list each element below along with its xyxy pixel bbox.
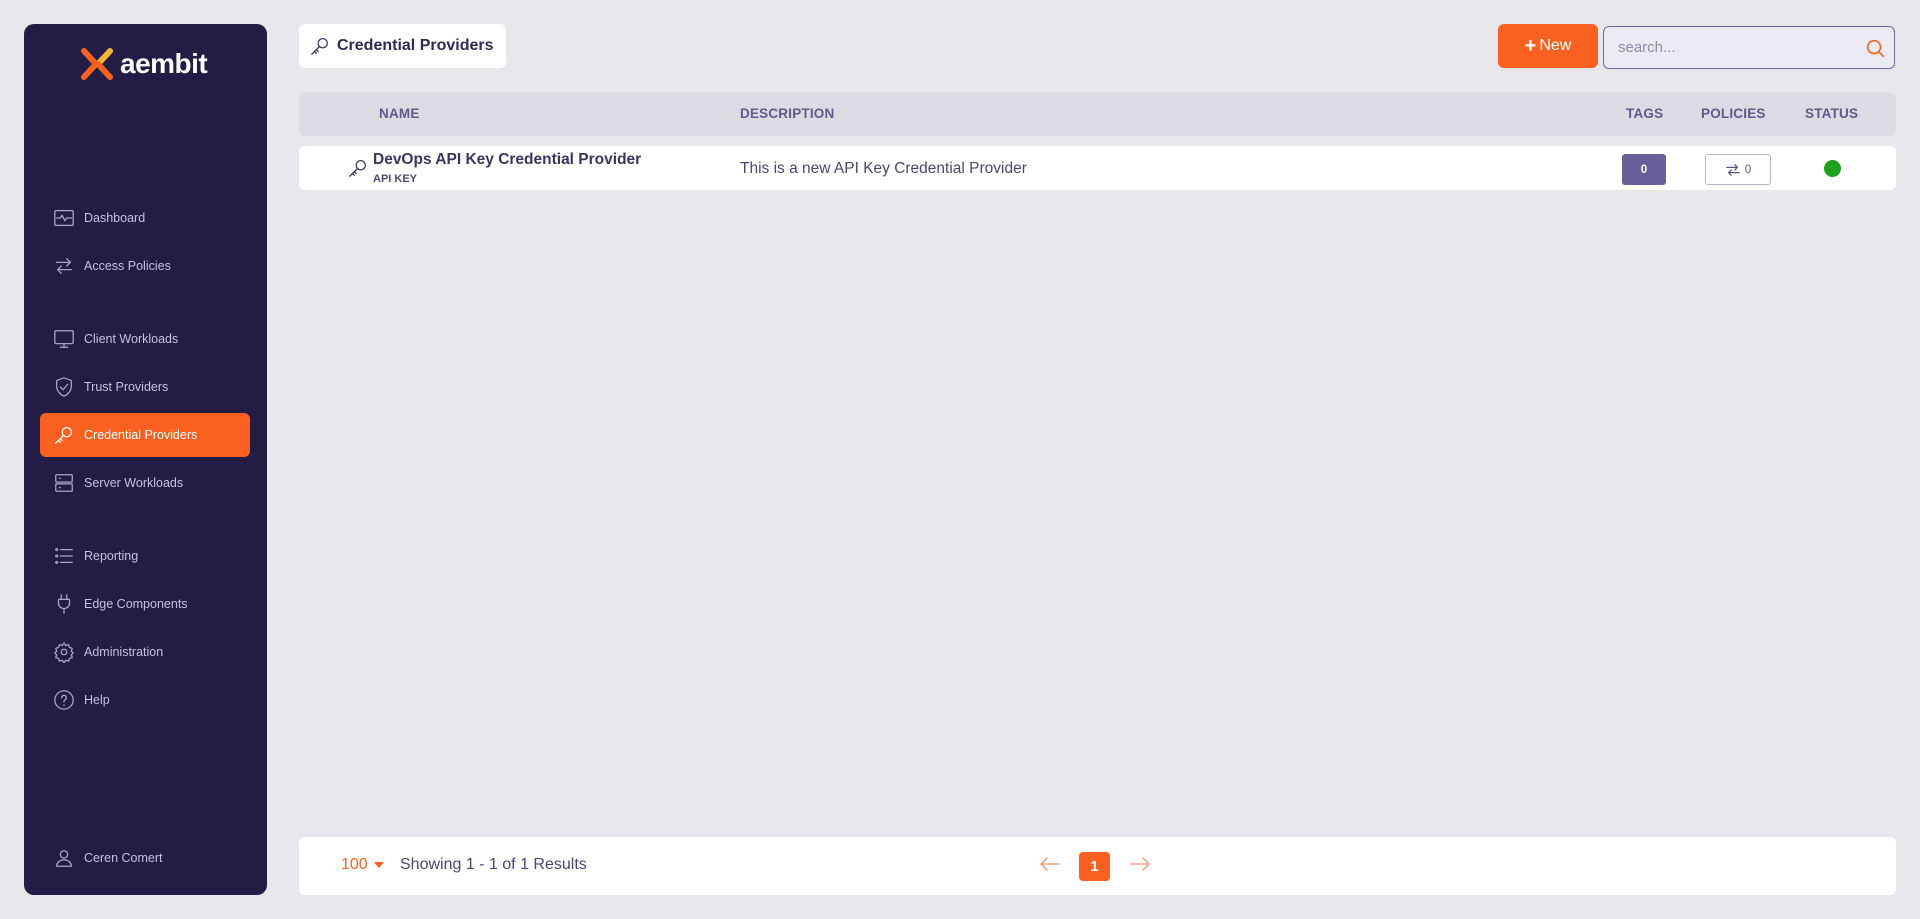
arrow-right-icon xyxy=(1130,857,1150,871)
sidebar-item-label: Help xyxy=(84,693,110,707)
sidebar-item-client-workloads[interactable]: Client Workloads xyxy=(40,317,250,361)
arrow-left-icon xyxy=(1040,857,1060,871)
table-footer: 100 Showing 1 - 1 of 1 Results 1 xyxy=(299,837,1896,895)
sidebar: aembit Dashboard Access Policies Client … xyxy=(24,24,267,895)
sidebar-item-label: Credential Providers xyxy=(84,428,198,442)
search-icon[interactable] xyxy=(1862,35,1888,61)
sidebar-item-label: Trust Providers xyxy=(84,380,169,394)
sidebar-item-label: Edge Components xyxy=(84,597,188,611)
per-page-value: 100 xyxy=(341,856,368,873)
policies-count-badge[interactable]: 0 xyxy=(1705,154,1771,185)
page-number-current[interactable]: 1 xyxy=(1079,852,1110,881)
search-box xyxy=(1603,26,1895,69)
server-icon xyxy=(52,471,76,495)
sidebar-item-administration[interactable]: Administration xyxy=(40,630,250,674)
shield-check-icon xyxy=(52,375,76,399)
status-indicator xyxy=(1824,160,1841,177)
credential-provider-description: This is a new API Key Credential Provide… xyxy=(740,160,1027,177)
caret-down-icon xyxy=(373,862,384,868)
key-icon xyxy=(52,423,76,447)
list-icon xyxy=(52,544,76,568)
user-icon xyxy=(52,846,76,870)
aembit-logo-mark-icon xyxy=(81,48,113,80)
column-header-description[interactable]: DESCRIPTION xyxy=(740,92,834,136)
credential-provider-name[interactable]: DevOps API Key Credential Provider xyxy=(373,151,641,169)
policies-count: 0 xyxy=(1744,163,1752,176)
brand-name: aembit xyxy=(120,48,208,79)
page-title: Credential Providers xyxy=(299,24,506,68)
user-name: Ceren Comert xyxy=(84,851,163,865)
sidebar-item-trust-providers[interactable]: Trust Providers xyxy=(40,365,250,409)
sidebar-item-label: Access Policies xyxy=(84,259,171,273)
per-page-select[interactable]: 100 xyxy=(341,856,384,874)
sidebar-item-credential-providers[interactable]: Credential Providers xyxy=(40,413,250,457)
table-header: NAME DESCRIPTION TAGS POLICIES STATUS xyxy=(299,92,1896,136)
sidebar-item-dashboard[interactable]: Dashboard xyxy=(40,196,250,240)
arrows-swap-icon xyxy=(52,254,76,278)
sidebar-item-server-workloads[interactable]: Server Workloads xyxy=(40,461,250,505)
arrows-swap-icon xyxy=(1725,163,1740,176)
sidebar-item-label: Client Workloads xyxy=(84,332,179,346)
next-page-button[interactable] xyxy=(1127,851,1153,877)
credential-provider-type: API KEY xyxy=(373,173,418,185)
page-title-text: Credential Providers xyxy=(337,37,494,54)
new-button-label: New xyxy=(1539,37,1572,54)
key-icon xyxy=(311,38,328,55)
table-row[interactable]: DevOps API Key Credential Provider API K… xyxy=(299,146,1896,190)
sidebar-item-edge-components[interactable]: Edge Components xyxy=(40,582,250,626)
column-header-name[interactable]: NAME xyxy=(379,92,420,136)
sidebar-item-label: Administration xyxy=(84,645,164,659)
results-summary: Showing 1 - 1 of 1 Results xyxy=(400,856,587,873)
sidebar-item-label: Server Workloads xyxy=(84,476,184,490)
help-circle-icon xyxy=(52,688,76,712)
previous-page-button[interactable] xyxy=(1037,851,1063,877)
plus-icon: + xyxy=(1524,35,1537,57)
sidebar-item-label: Reporting xyxy=(84,549,139,563)
sidebar-item-reporting[interactable]: Reporting xyxy=(40,534,250,578)
search-input[interactable] xyxy=(1604,27,1862,68)
plug-icon xyxy=(52,592,76,616)
tags-count-badge[interactable]: 0 xyxy=(1622,154,1666,185)
activity-icon xyxy=(52,206,76,230)
sidebar-item-help[interactable]: Help xyxy=(40,678,250,722)
column-header-policies[interactable]: POLICIES xyxy=(1701,92,1766,136)
sidebar-item-access-policies[interactable]: Access Policies xyxy=(40,244,250,288)
user-profile[interactable]: Ceren Comert xyxy=(40,836,250,880)
key-icon xyxy=(347,157,369,184)
column-header-status[interactable]: STATUS xyxy=(1805,92,1858,136)
sidebar-item-label: Dashboard xyxy=(84,211,146,225)
monitor-icon xyxy=(52,327,76,351)
aembit-logo[interactable]: aembit xyxy=(80,44,208,84)
gear-icon xyxy=(52,640,76,664)
new-button[interactable]: + New xyxy=(1498,24,1598,68)
column-header-tags[interactable]: TAGS xyxy=(1626,92,1663,136)
